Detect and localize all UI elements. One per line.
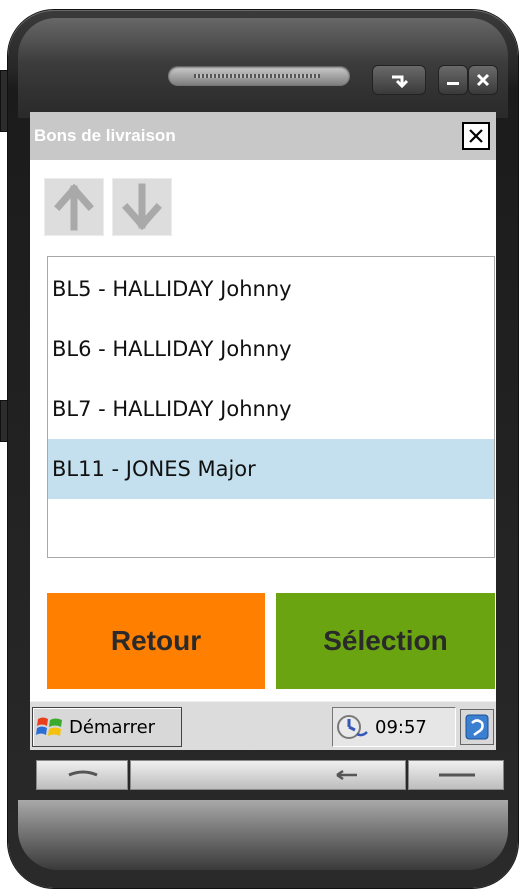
windows-logo-icon — [36, 717, 62, 736]
call-key[interactable] — [36, 760, 128, 790]
hw-close-button[interactable] — [468, 65, 498, 95]
list-item-selected[interactable]: BL11 - JONES Major — [48, 439, 494, 499]
list-item[interactable]: BL5 - HALLIDAY Johnny — [48, 259, 494, 319]
list-item-label: BL11 - JONES Major — [52, 457, 256, 481]
keyboard-icon — [465, 714, 489, 740]
delivery-list[interactable]: BL5 - HALLIDAY Johnny BL6 - HALLIDAY Joh… — [47, 256, 495, 558]
list-item-label: BL7 - HALLIDAY Johnny — [52, 397, 292, 421]
side-button — [0, 400, 8, 442]
start-button[interactable]: Démarrer — [32, 707, 182, 747]
rotate-icon — [392, 75, 409, 89]
window-title: Bons de livraison — [34, 126, 176, 145]
screen: Bons de livraison BL5 - HALLIDAY Johnny … — [30, 112, 496, 750]
move-down-button[interactable] — [112, 178, 172, 236]
title-bar: Bons de livraison — [30, 112, 496, 160]
end-call-key[interactable] — [408, 760, 504, 790]
list-item[interactable]: BL6 - HALLIDAY Johnny — [48, 319, 494, 379]
back-key[interactable] — [130, 760, 406, 790]
select-button[interactable]: Sélection — [276, 593, 495, 689]
list-item-label: BL6 - HALLIDAY Johnny — [52, 337, 292, 361]
back-button[interactable]: Retour — [47, 593, 265, 689]
hw-rotate-button[interactable] — [372, 65, 426, 95]
hardware-keys — [18, 760, 508, 794]
hw-minimize-button[interactable] — [438, 65, 468, 95]
arrow-down-icon — [122, 183, 162, 230]
back-button-label: Retour — [110, 625, 202, 656]
system-tray[interactable]: 09:57 — [332, 707, 456, 747]
move-up-button[interactable] — [44, 178, 104, 236]
input-panel-button[interactable] — [460, 709, 494, 745]
list-item[interactable]: BL7 - HALLIDAY Johnny — [48, 379, 494, 439]
side-button — [0, 70, 8, 132]
arrow-up-icon — [54, 184, 94, 231]
close-icon — [469, 129, 483, 143]
taskbar: Démarrer 09:57 — [30, 701, 496, 750]
list-item-label: BL5 - HALLIDAY Johnny — [52, 277, 292, 301]
signal-clock-icon — [337, 715, 368, 739]
close-icon — [476, 73, 490, 87]
phone-icon — [68, 770, 98, 777]
window-close-button[interactable] — [462, 122, 490, 150]
start-label: Démarrer — [69, 716, 156, 738]
speaker-grille — [168, 66, 350, 86]
select-button-label: Sélection — [323, 625, 448, 656]
device-chin — [18, 800, 508, 870]
back-arrow-icon — [336, 769, 357, 781]
clock: 09:57 — [375, 716, 427, 738]
end-call-icon — [439, 773, 475, 777]
minimize-icon — [447, 82, 459, 85]
